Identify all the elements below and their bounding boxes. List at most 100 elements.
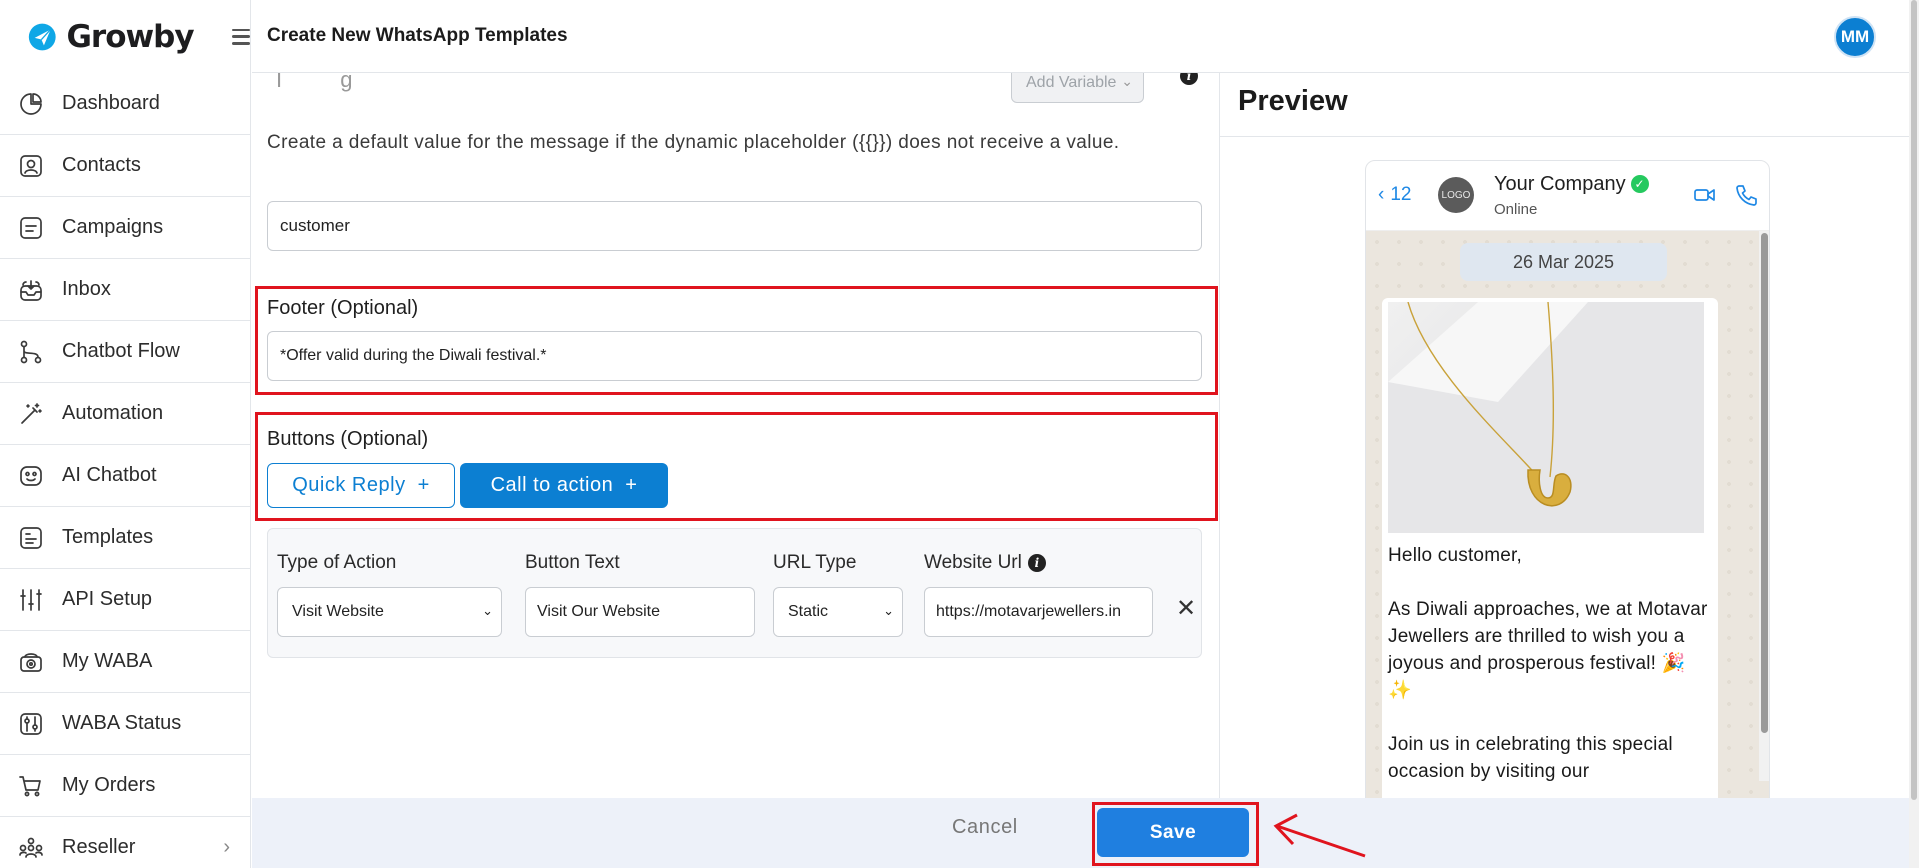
sidebar-item-label: API Setup	[62, 588, 153, 610]
preview-scrollbar[interactable]	[1759, 231, 1769, 781]
video-call-icon[interactable]	[1694, 187, 1716, 203]
sidebar-item-waba-status[interactable]: WABA Status	[0, 693, 250, 755]
sidebar-item-label: My WABA	[62, 650, 153, 672]
page-title: Create New WhatsApp Templates	[267, 25, 568, 46]
type-of-action-value: Visit Website	[292, 603, 384, 620]
website-url-label: Website Url	[924, 552, 1022, 573]
chevron-right-icon: ›	[223, 836, 230, 858]
type-of-action-select[interactable]: Visit Website ⌄	[277, 587, 502, 637]
divider	[1220, 136, 1909, 137]
template-form: I g Add Variable ⌄ i Create a default va…	[252, 73, 1219, 798]
page-scrollbar-thumb[interactable]	[1911, 0, 1917, 800]
sidebar-item-dashboard[interactable]: Dashboard	[0, 73, 250, 135]
app-root: Growby Dashboard Contacts Campaigns Inbo…	[0, 0, 1919, 868]
quick-reply-button[interactable]: Quick Reply +	[267, 463, 455, 508]
footer-input[interactable]: *Offer valid during the Diwali festival.…	[267, 331, 1202, 381]
url-type-value: Static	[788, 603, 829, 620]
annotation-arrow-save	[1273, 813, 1366, 858]
save-button[interactable]: Save	[1097, 808, 1249, 857]
company-name-wrap: Your Company ✓	[1494, 173, 1649, 196]
add-variable-placeholder: Add Variable	[1026, 74, 1117, 91]
company-name: Your Company	[1494, 173, 1626, 195]
footer-label: Footer (Optional)	[267, 297, 419, 319]
form-footer-bar: Cancel Save	[252, 798, 1919, 868]
back-button[interactable]: ‹ 12	[1378, 184, 1411, 206]
sidebar-item-automation[interactable]: Automation	[0, 383, 250, 445]
sidebar-item-label: Dashboard	[62, 92, 160, 114]
sidebar-item-api-setup[interactable]: API Setup	[0, 569, 250, 631]
button-text-label: Button Text	[525, 552, 620, 573]
api-setup-icon	[18, 587, 44, 613]
preview-title: Preview	[1238, 85, 1348, 117]
sidebar-item-label: WABA Status	[62, 712, 182, 734]
sidebar-nav: Dashboard Contacts Campaigns Inbox Chatb…	[0, 73, 250, 868]
call-to-action-button[interactable]: Call to action +	[460, 463, 668, 508]
sidebar-item-contacts[interactable]: Contacts	[0, 135, 250, 197]
automation-icon	[18, 401, 44, 427]
sidebar-item-label: Automation	[62, 402, 164, 424]
call-to-action-label: Call to action	[490, 474, 614, 496]
info-icon[interactable]: i	[1180, 73, 1198, 85]
sidebar-item-my-waba[interactable]: My WABA	[0, 631, 250, 693]
plus-icon: +	[417, 474, 430, 496]
cancel-button[interactable]: Cancel	[952, 816, 1018, 839]
verified-check-icon: ✓	[1630, 175, 1649, 193]
sidebar-item-chatbot-flow[interactable]: Chatbot Flow	[0, 321, 250, 383]
sidebar-item-label: Inbox	[62, 278, 111, 300]
chevron-left-icon: ‹	[1378, 184, 1385, 205]
url-type-label: URL Type	[773, 552, 857, 573]
sidebar-item-label: Reseller	[62, 836, 136, 858]
orders-icon	[18, 773, 44, 799]
sidebar-item-templates[interactable]: Templates	[0, 507, 250, 569]
inbox-icon	[18, 277, 44, 303]
avatar[interactable]: MM	[1834, 16, 1876, 58]
page-scrollbar[interactable]	[1909, 0, 1919, 868]
chat-body: 26 Mar 2025 Hello customer, As Diwali ap…	[1366, 231, 1769, 798]
phone-call-icon[interactable]	[1734, 183, 1758, 207]
scrollbar-thumb[interactable]	[1761, 233, 1768, 733]
sidebar-item-reseller[interactable]: Reseller ›	[0, 817, 250, 868]
sidebar-item-inbox[interactable]: Inbox	[0, 259, 250, 321]
website-url-input[interactable]: https://motavarjewellers.in	[924, 587, 1153, 637]
default-value-input[interactable]: customer	[267, 201, 1202, 251]
sidebar-item-label: Chatbot Flow	[62, 340, 180, 362]
sidebar-item-campaigns[interactable]: Campaigns	[0, 197, 250, 259]
website-url-label-wrap: Website Url i	[924, 552, 1046, 574]
necklace-illustration	[1388, 302, 1704, 533]
info-icon[interactable]: i	[1027, 553, 1046, 572]
sidebar-item-label: Contacts	[62, 154, 141, 176]
menu-toggle-icon[interactable]	[231, 28, 250, 45]
cut-off-toolbar-glyphs: I g	[276, 73, 379, 92]
sidebar: Growby Dashboard Contacts Campaigns Inbo…	[0, 0, 251, 868]
chevron-down-icon: ⌄	[482, 603, 493, 618]
ai-chatbot-icon	[18, 463, 44, 489]
reseller-icon	[18, 835, 44, 861]
button-text-input[interactable]: Visit Our Website	[525, 587, 755, 637]
chevron-down-icon: ⌄	[1121, 73, 1133, 89]
growby-logo-icon	[28, 23, 56, 50]
back-count: 12	[1390, 184, 1412, 205]
brand-name: Growby	[66, 18, 194, 55]
sidebar-item-label: AI Chatbot	[62, 464, 157, 486]
waba-icon	[18, 649, 44, 675]
sidebar-item-label: Campaigns	[62, 216, 164, 238]
sidebar-item-my-orders[interactable]: My Orders	[0, 755, 250, 817]
chatbot-flow-icon	[18, 339, 44, 365]
contacts-icon	[18, 153, 44, 179]
message-bubble: Hello customer, As Diwali approaches, we…	[1382, 298, 1718, 798]
waba-status-icon	[18, 711, 44, 737]
plus-icon: +	[625, 474, 638, 496]
url-type-select[interactable]: Static ⌄	[773, 587, 903, 637]
chevron-down-icon: ⌄	[883, 603, 894, 618]
add-variable-select[interactable]: Add Variable ⌄	[1011, 73, 1144, 103]
close-icon[interactable]: ✕	[1176, 594, 1196, 623]
chat-header: ‹ 12 LOGO Your Company ✓ Online	[1366, 161, 1769, 231]
campaigns-icon	[18, 215, 44, 241]
brand: Growby	[0, 0, 250, 73]
templates-icon	[18, 525, 44, 551]
dashboard-icon	[18, 91, 44, 117]
sidebar-item-ai-chatbot[interactable]: AI Chatbot	[0, 445, 250, 507]
quick-reply-label: Quick Reply	[292, 474, 406, 496]
type-of-action-label: Type of Action	[277, 552, 397, 573]
sidebar-item-label: My Orders	[62, 774, 156, 796]
